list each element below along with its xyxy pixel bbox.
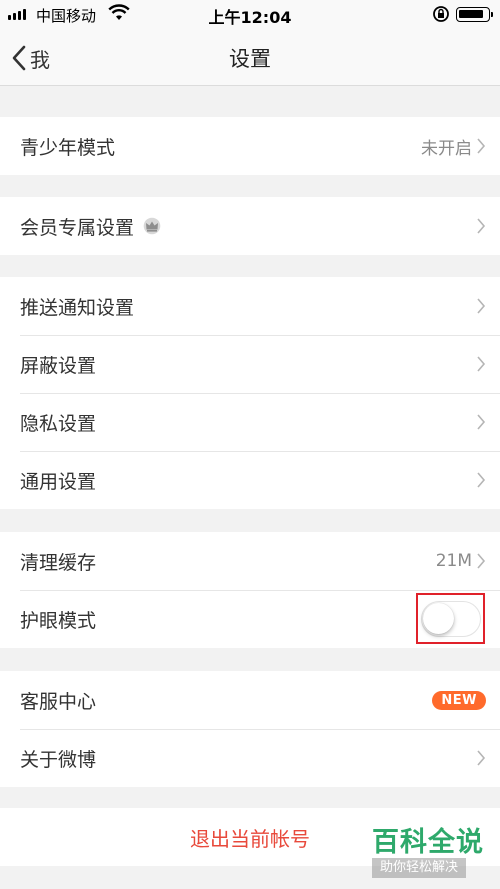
setting-row-push[interactable]: 推送通知设置 [0, 277, 500, 335]
status-time: 上午12:04 [208, 8, 292, 27]
section-teen-mode: 青少年模式 未开启 [0, 117, 500, 175]
row-label: 通用设置 [20, 470, 97, 493]
row-label: 护眼模式 [20, 609, 97, 632]
battery-icon [456, 7, 490, 22]
row-label: 客服中心 [20, 690, 97, 713]
back-button[interactable]: 我 [12, 42, 50, 74]
setting-row-common[interactable]: 通用设置 [0, 451, 500, 509]
row-label: 青少年模式 [20, 136, 116, 159]
chevron-right-icon [477, 553, 486, 569]
status-bar: 中国移动 上午12:04 [0, 0, 500, 30]
highlight-frame [416, 593, 485, 644]
row-label: 屏蔽设置 [20, 354, 97, 377]
row-label: 隐私设置 [20, 412, 97, 435]
chevron-right-icon [477, 750, 486, 766]
orientation-lock-icon [433, 6, 449, 22]
setting-row-privacy[interactable]: 隐私设置 [0, 393, 500, 451]
back-label: 我 [30, 47, 50, 72]
row-label: 清理缓存 [20, 551, 97, 574]
chevron-right-icon [477, 472, 486, 488]
section-support: 客服中心 NEW 关于微博 [0, 671, 500, 787]
watermark-subtitle: 助你轻松解决 [372, 858, 467, 878]
cache-size: 21M [435, 551, 472, 571]
setting-row-customer-service[interactable]: 客服中心 NEW [0, 671, 500, 729]
page-title: 设置 [229, 47, 271, 71]
setting-row-block[interactable]: 屏蔽设置 [0, 335, 500, 393]
setting-row-vip[interactable]: 会员专属设置 [0, 197, 500, 255]
chevron-right-icon [477, 414, 486, 430]
setting-row-about[interactable]: 关于微博 [0, 729, 500, 787]
watermark: 百科全说 助你轻松解决 [372, 828, 492, 878]
crown-icon [143, 217, 161, 235]
row-value: 未开启 [421, 138, 472, 159]
row-label: 会员专属设置 [20, 216, 135, 239]
section-general: 推送通知设置 屏蔽设置 隐私设置 通用设置 [0, 277, 500, 509]
navigation-bar: 我 设置 [0, 30, 500, 86]
row-label: 推送通知设置 [20, 296, 135, 319]
logout-label: 退出当前帐号 [190, 826, 310, 851]
section-vip: 会员专属设置 [0, 197, 500, 255]
chevron-right-icon [477, 218, 486, 234]
new-badge: NEW [432, 690, 486, 710]
battery-tip [491, 12, 493, 17]
chevron-right-icon [477, 356, 486, 372]
setting-row-teen-mode[interactable]: 青少年模式 未开启 [0, 117, 500, 175]
chevron-right-icon [477, 138, 486, 154]
setting-row-clear-cache[interactable]: 清理缓存 21M [0, 532, 500, 590]
chevron-left-icon [12, 45, 26, 71]
row-label: 关于微博 [20, 748, 97, 771]
watermark-title: 百科全说 [372, 827, 484, 858]
chevron-right-icon [477, 298, 486, 314]
